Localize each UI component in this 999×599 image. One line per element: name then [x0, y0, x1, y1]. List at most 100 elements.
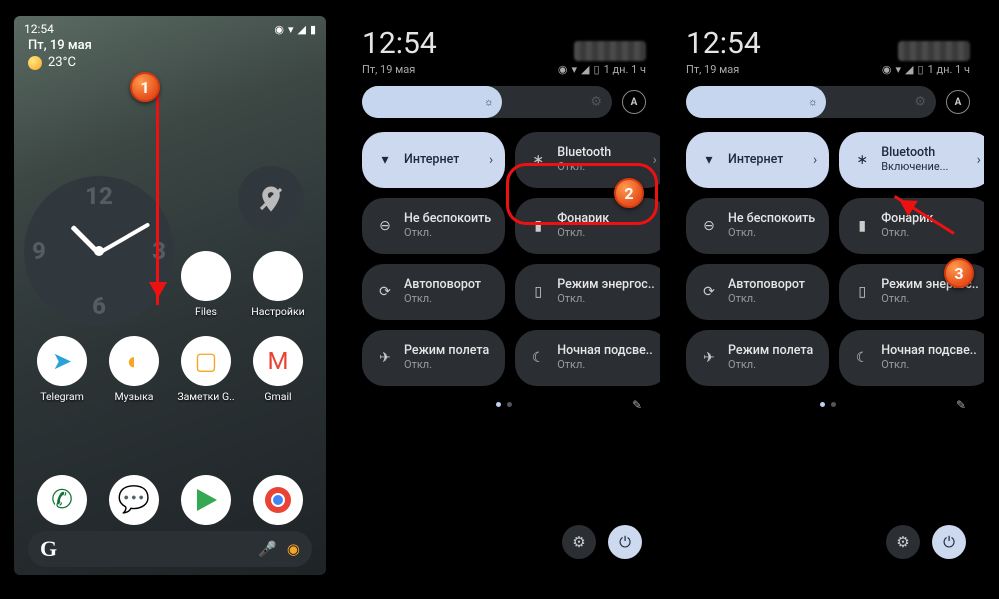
chevron-right-icon: › — [977, 152, 981, 168]
annotation-arrow-swipe-down — [156, 90, 159, 305]
app-music[interactable]: ◐ Музыка — [98, 336, 170, 403]
qs-status-row: 12:54 — [348, 16, 660, 63]
app-gmail[interactable]: M Gmail — [242, 336, 314, 403]
qs-power-button[interactable]: ⏻ — [932, 525, 966, 559]
qs-tile-dnd[interactable]: ⊖ Не беспокоить Откл. — [362, 198, 505, 254]
qs-tile-bat[interactable]: ▯ Режим энергос.. Откл. — [515, 264, 660, 320]
brightness-gear-icon: ⚙ — [590, 95, 602, 110]
qs-status-icons: ◉ ▾ ◢ ▯ 1 дн. 1 ч — [558, 63, 646, 76]
app-telegram[interactable]: ➤ Telegram — [26, 336, 98, 403]
chevron-right-icon: › — [489, 152, 493, 168]
app-settings[interactable]: ⚙ Настройки — [242, 251, 314, 318]
dock-messages[interactable]: 💬 — [109, 475, 159, 525]
qs-time: 12:54 — [362, 26, 437, 61]
status-bar: 12:54 ◉ ▾ ◢ ▮ — [14, 16, 326, 38]
rot-icon: ⟳ — [700, 284, 718, 300]
qs-blurred-area — [574, 41, 646, 61]
qs-tile-plane[interactable]: ✈ Режим полета Откл. — [686, 330, 829, 386]
tile-title: Bluetooth — [881, 146, 948, 160]
location-off-icon — [256, 184, 286, 214]
qs-tile-night[interactable]: ☾ Ночная подсве.. Откл. — [839, 330, 984, 386]
qs-settings-button[interactable]: ⚙ — [886, 525, 920, 559]
qs-pager: ✎ — [672, 386, 984, 413]
tile-subtitle: Включение... — [881, 161, 948, 174]
qs-date: Пт, 19 мая — [686, 63, 739, 76]
edit-tiles-icon[interactable]: ✎ — [632, 398, 642, 412]
tile-title: Ночная подсве.. — [557, 344, 653, 358]
dock-play[interactable] — [181, 475, 231, 525]
qs-tile-bt[interactable]: ∗ Bluetooth Включение... › — [839, 132, 984, 188]
qs-blurred-area — [898, 41, 970, 61]
google-g-icon: G — [40, 536, 57, 562]
quick-settings-panel-after: 12:54 Пт, 19 мая ◉ ▾ ◢ ▯ 1 дн. 1 ч ☼ ⚙ A… — [672, 16, 984, 575]
tile-title: Интернет — [404, 153, 459, 167]
qs-status-row: 12:54 — [672, 16, 984, 63]
mic-icon[interactable]: 🎤 — [258, 540, 277, 558]
weather-temp: 23°C — [48, 55, 76, 70]
signal-icon: ◢ — [581, 63, 589, 76]
tile-subtitle: Откл. — [881, 227, 933, 240]
chevron-right-icon: › — [653, 152, 657, 168]
home-screen-panel: 12:54 ◉ ▾ ◢ ▮ Пт, 19 мая 23°C 123 69 Fil… — [14, 16, 326, 575]
edit-tiles-icon[interactable]: ✎ — [956, 398, 966, 412]
bat-icon: ▯ — [853, 284, 871, 300]
home-date[interactable]: Пт, 19 мая — [14, 38, 326, 55]
brightness-row: ☼ ⚙ A — [348, 86, 660, 132]
plane-icon: ✈ — [700, 350, 718, 366]
qs-tile-wifi[interactable]: ▾ Интернет › — [362, 132, 505, 188]
weather-widget[interactable]: 23°C — [14, 55, 326, 78]
tile-title: Не беспокоить — [728, 212, 815, 226]
chrome-icon — [263, 485, 293, 515]
tile-subtitle: Откл. — [728, 359, 813, 372]
files-icon — [181, 251, 231, 301]
brightness-slider[interactable]: ☼ ⚙ — [686, 86, 936, 118]
search-bar[interactable]: G 🎤 ◉ — [28, 531, 312, 567]
at-a-glance-chip[interactable] — [238, 166, 304, 232]
bt-icon: ∗ — [853, 152, 871, 168]
qs-tiles-grid: ▾ Интернет › ∗ Bluetooth Включение... › … — [672, 132, 984, 386]
bat-icon: ▯ — [529, 284, 547, 300]
tile-subtitle: Откл. — [557, 359, 653, 372]
qs-tile-night[interactable]: ☾ Ночная подсве.. Откл. — [515, 330, 660, 386]
dock: ✆ 💬 — [14, 475, 326, 525]
eye-icon: ◉ — [558, 63, 568, 76]
auto-brightness-toggle[interactable]: A — [622, 90, 646, 114]
brightness-row: ☼ ⚙ A — [672, 86, 984, 132]
dnd-icon: ⊖ — [376, 218, 394, 234]
qs-settings-button[interactable]: ⚙ — [562, 525, 596, 559]
music-icon: ◐ — [109, 336, 159, 386]
status-time: 12:54 — [24, 22, 54, 36]
qs-tile-plane[interactable]: ✈ Режим полета Откл. — [362, 330, 505, 386]
qs-time: 12:54 — [686, 26, 761, 61]
wifi-icon: ▾ — [376, 152, 394, 168]
annotation-badge-1: 1 — [130, 72, 160, 102]
brightness-gear-icon: ⚙ — [914, 95, 926, 110]
gmail-icon: M — [253, 336, 303, 386]
qs-tile-dnd[interactable]: ⊖ Не беспокоить Откл. — [686, 198, 829, 254]
app-keep[interactable]: ▢ Заметки G.. — [170, 336, 242, 403]
tile-subtitle: Откл. — [728, 293, 805, 306]
wifi-icon: ▾ — [700, 152, 718, 168]
tile-subtitle: Откл. — [404, 227, 491, 240]
brightness-sun-icon: ☼ — [808, 96, 818, 109]
brightness-slider[interactable]: ☼ ⚙ — [362, 86, 612, 118]
signal-icon: ◢ — [905, 63, 913, 76]
qs-power-button[interactable]: ⏻ — [608, 525, 642, 559]
auto-brightness-toggle[interactable]: A — [946, 90, 970, 114]
app-files[interactable]: Files — [170, 251, 242, 318]
night-icon: ☾ — [529, 350, 547, 366]
eye-icon: ◉ — [882, 63, 892, 76]
wifi-icon: ▾ — [896, 63, 902, 76]
dock-phone[interactable]: ✆ — [37, 475, 87, 525]
app-grid: Files ⚙ Настройки ➤ Telegram ◐ Музыка ▢ … — [14, 251, 326, 403]
dock-chrome[interactable] — [253, 475, 303, 525]
qs-tile-rot[interactable]: ⟳ Автоповорот Откл. — [362, 264, 505, 320]
lens-icon[interactable]: ◉ — [287, 540, 300, 558]
qs-tile-rot[interactable]: ⟳ Автоповорот Откл. — [686, 264, 829, 320]
battery-icon: ▮ — [310, 23, 316, 36]
wifi-icon: ▾ — [288, 23, 294, 36]
qs-tile-wifi[interactable]: ▾ Интернет › — [686, 132, 829, 188]
tile-title: Автоповорот — [728, 278, 805, 292]
wifi-icon: ▾ — [572, 63, 578, 76]
signal-icon: ◢ — [297, 23, 305, 36]
